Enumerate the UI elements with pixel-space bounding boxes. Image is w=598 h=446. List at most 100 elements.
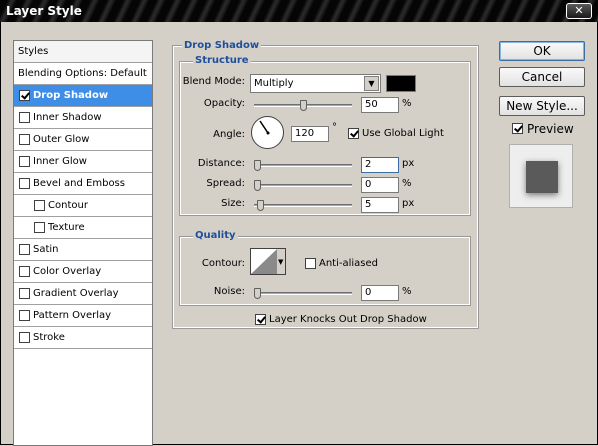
noise-slider[interactable] bbox=[254, 288, 352, 299]
styles-item-outer-glow[interactable]: Outer Glow bbox=[14, 129, 152, 151]
styles-item-checkbox[interactable] bbox=[34, 200, 45, 211]
window-title: Layer Style bbox=[6, 4, 82, 18]
spread-field[interactable]: 0 bbox=[361, 177, 399, 193]
noise-field[interactable]: 0 bbox=[361, 285, 399, 301]
preview-label: Preview bbox=[527, 122, 574, 136]
size-field[interactable]: 5 bbox=[361, 197, 399, 213]
styles-item-inner-glow[interactable]: Inner Glow bbox=[14, 151, 152, 173]
blend-mode-select[interactable]: Multiply ▼ bbox=[250, 74, 381, 93]
blend-mode-label: Blend Mode: bbox=[182, 76, 245, 87]
styles-item-blending-options-default[interactable]: Blending Options: Default bbox=[14, 63, 152, 85]
use-global-light-label: Use Global Light bbox=[362, 128, 444, 139]
styles-item-checkbox[interactable] bbox=[34, 222, 45, 233]
styles-item-satin[interactable]: Satin bbox=[14, 239, 152, 261]
styles-item-checkbox[interactable] bbox=[19, 90, 30, 101]
styles-item-drop-shadow[interactable]: Drop Shadow bbox=[14, 85, 152, 107]
size-slider-thumb[interactable] bbox=[256, 200, 264, 211]
blend-mode-value: Multiply bbox=[254, 78, 294, 89]
styles-item-checkbox[interactable] bbox=[19, 244, 30, 255]
opacity-slider-thumb[interactable] bbox=[299, 100, 307, 111]
styles-item-checkbox[interactable] bbox=[19, 266, 30, 277]
spread-label: Spread: bbox=[206, 178, 245, 189]
styles-item-checkbox[interactable] bbox=[19, 332, 30, 343]
styles-item-inner-shadow[interactable]: Inner Shadow bbox=[14, 107, 152, 129]
styles-item-label: Inner Glow bbox=[33, 156, 87, 167]
size-label: Size: bbox=[221, 198, 245, 209]
styles-item-label: Bevel and Emboss bbox=[33, 178, 125, 189]
angle-label: Angle: bbox=[213, 129, 245, 140]
angle-field[interactable]: 120 bbox=[291, 126, 329, 142]
layer-knocks-out-label: Layer Knocks Out Drop Shadow bbox=[269, 314, 427, 325]
opacity-label: Opacity: bbox=[203, 98, 245, 109]
ok-button[interactable]: OK bbox=[499, 41, 585, 61]
styles-item-texture[interactable]: Texture bbox=[14, 217, 152, 239]
opacity-field[interactable]: 50 bbox=[361, 97, 399, 113]
distance-label: Distance: bbox=[197, 158, 245, 169]
size-slider[interactable] bbox=[254, 200, 352, 211]
anti-aliased-label: Anti-aliased bbox=[319, 258, 379, 269]
styles-item-label: Color Overlay bbox=[33, 266, 102, 277]
angle-dial-needle-icon bbox=[259, 120, 270, 135]
styles-item-checkbox[interactable] bbox=[19, 178, 30, 189]
layer-knocks-out-checkbox[interactable] bbox=[255, 314, 266, 325]
anti-aliased-checkbox[interactable] bbox=[305, 258, 316, 269]
structure-title: Structure bbox=[193, 55, 251, 66]
spread-slider-thumb[interactable] bbox=[254, 180, 261, 191]
new-style-button[interactable]: New Style... bbox=[499, 96, 585, 116]
styles-item-checkbox[interactable] bbox=[19, 134, 30, 145]
spread-slider[interactable] bbox=[254, 180, 352, 191]
quality-title: Quality bbox=[193, 230, 238, 241]
noise-label: Noise: bbox=[213, 286, 245, 297]
shadow-color-swatch[interactable] bbox=[386, 75, 416, 92]
styles-item-label: Satin bbox=[33, 244, 59, 255]
distance-field[interactable]: 2 bbox=[361, 157, 399, 173]
preview-swatch bbox=[526, 161, 558, 193]
styles-item-checkbox[interactable] bbox=[19, 112, 30, 123]
noise-slider-thumb[interactable] bbox=[254, 288, 261, 299]
angle-unit: ° bbox=[332, 122, 337, 133]
styles-item-label: Inner Shadow bbox=[33, 112, 102, 123]
opacity-unit: % bbox=[402, 98, 412, 109]
styles-item-bevel-and-emboss[interactable]: Bevel and Emboss bbox=[14, 173, 152, 195]
distance-unit: px bbox=[402, 158, 415, 169]
preview-thumbnail bbox=[509, 144, 573, 208]
opacity-slider[interactable] bbox=[254, 100, 352, 111]
svg-text:▼: ▼ bbox=[278, 258, 284, 266]
contour-picker[interactable]: ▼ bbox=[250, 248, 286, 275]
styles-item-checkbox[interactable] bbox=[19, 288, 30, 299]
styles-header: Styles bbox=[14, 41, 152, 63]
spread-unit: % bbox=[402, 178, 412, 189]
preview-checkbox[interactable] bbox=[512, 123, 523, 134]
styles-item-checkbox[interactable] bbox=[19, 156, 30, 167]
styles-item-color-overlay[interactable]: Color Overlay bbox=[14, 261, 152, 283]
styles-item-checkbox[interactable] bbox=[19, 310, 30, 321]
close-icon: ✕ bbox=[574, 4, 584, 17]
distance-slider-thumb[interactable] bbox=[254, 160, 261, 171]
chevron-down-icon: ▼ bbox=[364, 76, 379, 91]
styles-item-contour[interactable]: Contour bbox=[14, 195, 152, 217]
contour-label: Contour: bbox=[201, 258, 245, 269]
close-button[interactable]: ✕ bbox=[566, 3, 592, 19]
styles-item-gradient-overlay[interactable]: Gradient Overlay bbox=[14, 283, 152, 305]
styles-item-label: Gradient Overlay bbox=[33, 288, 119, 299]
styles-item-pattern-overlay[interactable]: Pattern Overlay bbox=[14, 305, 152, 327]
angle-dial[interactable] bbox=[251, 116, 284, 149]
drop-shadow-title: Drop Shadow bbox=[182, 40, 262, 51]
styles-item-stroke[interactable]: Stroke bbox=[14, 327, 152, 349]
dialog-body: Styles Blending Options: Default Drop Sha… bbox=[0, 22, 598, 446]
size-unit: px bbox=[402, 198, 415, 209]
styles-item-label: Drop Shadow bbox=[33, 90, 109, 101]
use-global-light-checkbox[interactable] bbox=[348, 128, 359, 139]
styles-list: Styles Blending Options: Default Drop Sha… bbox=[13, 40, 153, 446]
distance-slider[interactable] bbox=[254, 160, 352, 171]
noise-unit: % bbox=[402, 286, 412, 297]
styles-item-label: Stroke bbox=[33, 332, 65, 343]
styles-item-label: Pattern Overlay bbox=[33, 310, 112, 321]
contour-curve-icon: ▼ bbox=[251, 249, 285, 274]
cancel-button[interactable]: Cancel bbox=[499, 67, 585, 87]
styles-item-label: Texture bbox=[48, 222, 85, 233]
styles-item-label: Blending Options: Default bbox=[18, 68, 147, 79]
styles-item-label: Outer Glow bbox=[33, 134, 90, 145]
styles-item-label: Contour bbox=[48, 200, 88, 211]
title-bar: Layer Style ✕ bbox=[0, 0, 598, 22]
